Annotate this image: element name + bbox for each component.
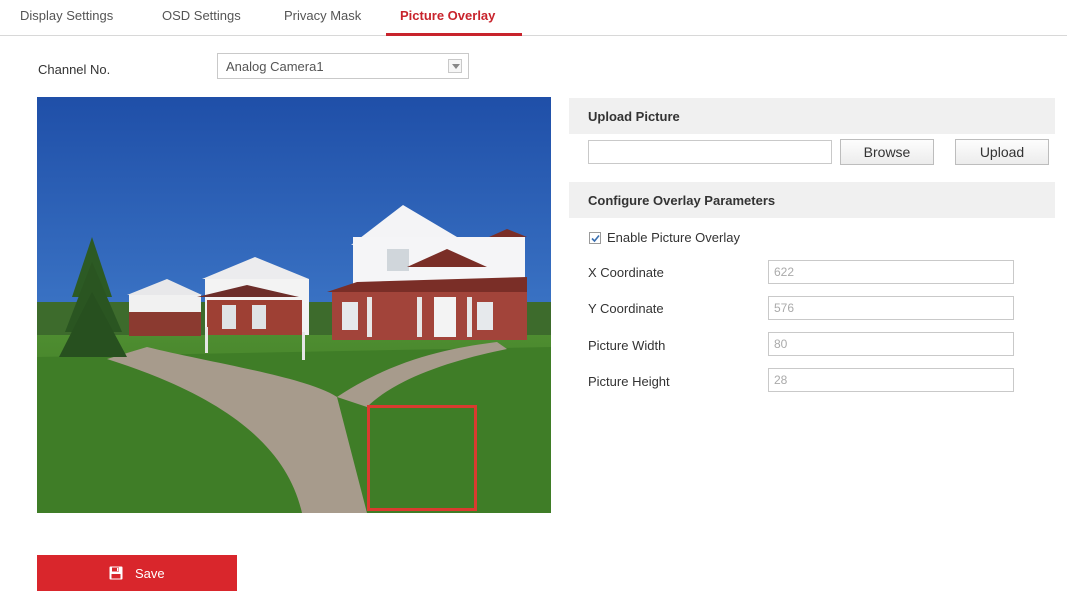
overlay-parameters-header: Configure Overlay Parameters [569,182,1055,218]
picture-width-input[interactable]: 80 [768,332,1014,356]
picture-overlay-region[interactable] [367,405,477,511]
enable-overlay-label: Enable Picture Overlay [607,230,740,245]
channel-select[interactable]: Analog Camera1 [217,53,469,79]
x-coordinate-value: 622 [774,265,795,279]
tab-privacy-mask[interactable]: Privacy Mask [284,8,361,23]
tab-display-settings[interactable]: Display Settings [20,8,113,23]
browse-button[interactable]: Browse [840,139,934,165]
picture-width-label: Picture Width [588,338,666,353]
tab-bar: Display Settings OSD Settings Privacy Ma… [0,0,1067,36]
upload-button[interactable]: Upload [955,139,1049,165]
picture-height-input[interactable]: 28 [768,368,1014,392]
floppy-disk-icon [109,566,123,580]
file-path-input[interactable] [588,140,832,164]
active-tab-indicator [386,33,522,36]
channel-select-value: Analog Camera1 [226,59,324,74]
tab-picture-overlay[interactable]: Picture Overlay [400,8,495,23]
upload-picture-header: Upload Picture [569,98,1055,134]
y-coordinate-input[interactable]: 576 [768,296,1014,320]
enable-overlay-checkbox[interactable] [589,232,601,244]
tab-osd-settings[interactable]: OSD Settings [162,8,241,23]
picture-height-label: Picture Height [588,374,670,389]
upload-picture-title: Upload Picture [588,109,680,124]
x-coordinate-label: X Coordinate [588,265,664,280]
checkmark-icon [591,234,600,243]
y-coordinate-label: Y Coordinate [588,301,664,316]
channel-label: Channel No. [38,62,111,77]
picture-height-value: 28 [774,373,788,387]
chevron-down-icon[interactable] [448,59,462,73]
overlay-parameters-title: Configure Overlay Parameters [588,193,776,208]
video-preview[interactable] [37,97,551,513]
picture-width-value: 80 [774,337,788,351]
save-button-label: Save [135,566,165,581]
save-button[interactable]: Save [37,555,237,591]
y-coordinate-value: 576 [774,301,795,315]
x-coordinate-input[interactable]: 622 [768,260,1014,284]
